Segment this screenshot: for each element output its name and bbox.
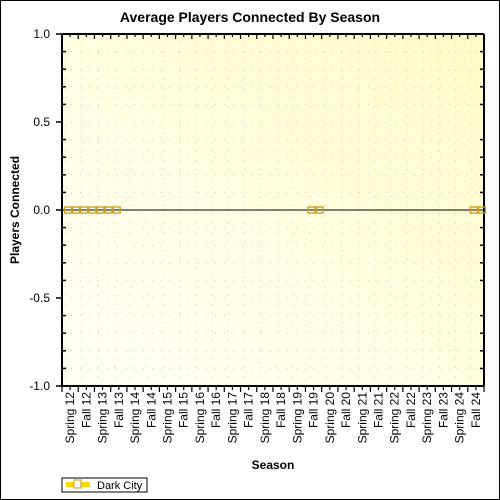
x-tick-label: Fall 21	[372, 392, 386, 428]
x-tick-label: Spring 22	[388, 392, 402, 444]
x-tick-label: Fall 24	[469, 392, 483, 428]
x-tick-label: Spring 20	[323, 392, 337, 444]
y-tick-label: 0.0	[33, 203, 50, 217]
x-tick-label: Fall 20	[339, 392, 353, 428]
legend[interactable]: Dark City	[61, 477, 148, 493]
x-tick-label: Spring 19	[290, 392, 304, 444]
x-tick-label: Spring 16	[193, 392, 207, 444]
x-tick-label: Fall 22	[404, 392, 418, 428]
x-tick-label: Spring 12	[63, 392, 77, 444]
y-tick-label: -0.5	[29, 291, 50, 305]
x-tick-label: Spring 17	[225, 392, 239, 444]
x-tick-label: Fall 15	[177, 392, 191, 428]
chart: Average Players Connected By Season 1.0 0…	[8, 9, 487, 493]
y-tick-label: 1.0	[33, 27, 50, 41]
legend-swatch-marker	[73, 479, 82, 489]
x-tick-label: Fall 16	[209, 392, 223, 428]
x-tick-label: Spring 18	[258, 392, 272, 444]
legend-label: Dark City	[97, 480, 143, 492]
x-tick-label: Fall 12	[79, 392, 93, 428]
y-tick-label: 0.5	[33, 115, 50, 129]
x-tick-label: Fall 18	[274, 392, 288, 428]
x-tick-label: Spring 14	[128, 392, 142, 444]
x-tick-label: Spring 24	[453, 392, 467, 444]
x-axis-title: Season	[252, 458, 295, 472]
chart-title: Average Players Connected By Season	[120, 9, 380, 25]
x-tick-label: Fall 13	[112, 392, 126, 428]
x-tick-label: Fall 19	[307, 392, 321, 428]
x-tick-label: Fall 23	[436, 392, 450, 428]
y-axis-title: Players Connected	[8, 156, 22, 264]
x-tick-label: Spring 23	[420, 392, 434, 444]
x-tick-label: Spring 21	[355, 392, 369, 444]
x-tick-label: Spring 13	[96, 392, 110, 444]
x-tick-label: Fall 14	[144, 392, 158, 428]
x-tick-label: Fall 17	[242, 392, 256, 428]
x-tick-label: Spring 15	[161, 392, 175, 444]
y-tick-label: -1.0	[29, 379, 50, 393]
